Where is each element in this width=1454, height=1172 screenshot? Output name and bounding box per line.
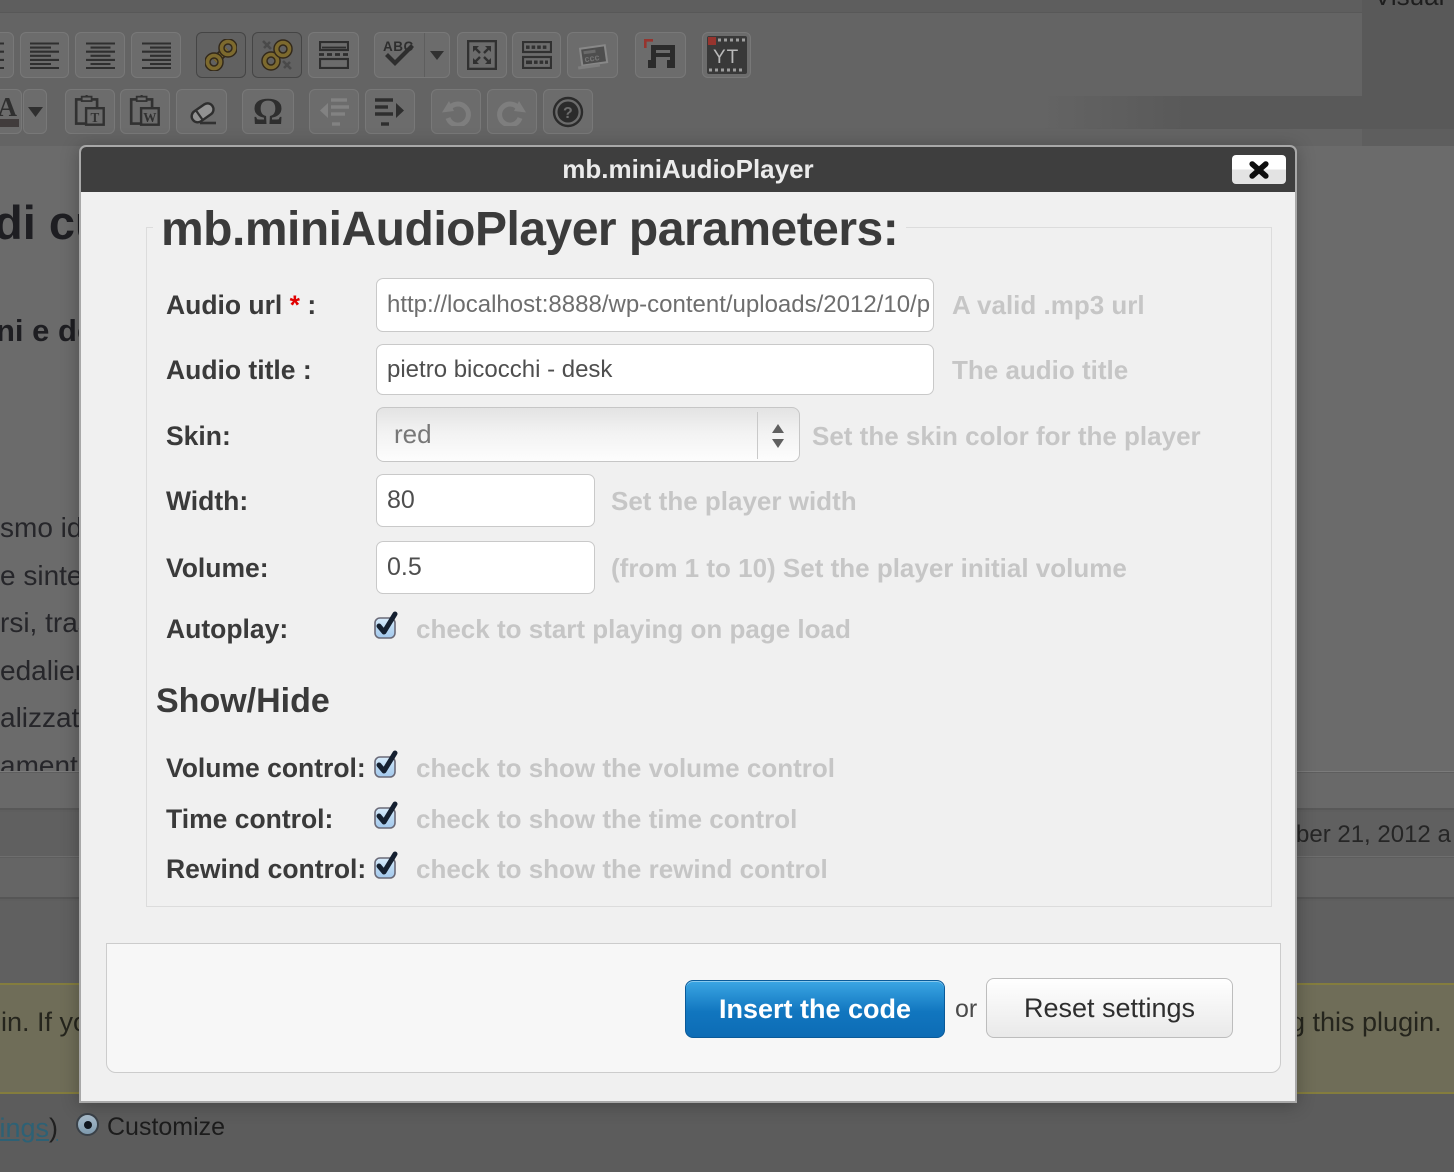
svg-text:YT: YT	[713, 47, 739, 68]
svg-text:?: ?	[563, 105, 573, 122]
svg-text:ccc: ccc	[583, 52, 599, 64]
svg-text:W: W	[143, 110, 156, 125]
svg-text:T: T	[90, 110, 99, 125]
